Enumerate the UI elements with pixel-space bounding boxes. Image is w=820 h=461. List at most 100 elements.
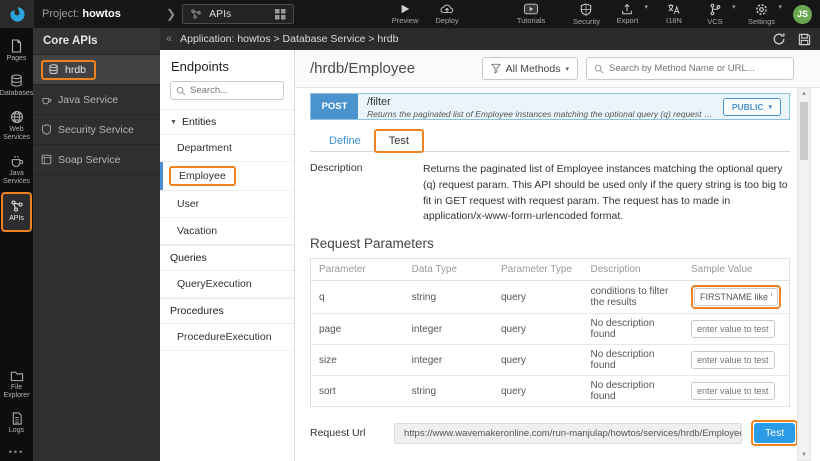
settings-label: Settings [748,17,775,26]
save-icon[interactable] [798,33,811,46]
sidebar-item-security-service[interactable]: Security Service [33,115,160,145]
settings-button[interactable]: Settings [746,3,776,26]
main-panel: /hrdb/Employee All Methods ▾ POST /filte… [295,50,820,461]
sample-value-input[interactable] [691,320,775,338]
export-button[interactable]: Export [612,3,642,25]
grid-icon[interactable] [275,9,286,20]
sidebar-item-label: Soap Service [58,154,120,166]
coffee-icon [10,154,24,168]
preview-button[interactable]: Preview [390,3,420,25]
branch-icon [709,3,721,16]
project-name: howtos [82,8,121,20]
endpoint-label: QueryExecution [177,278,252,290]
gear-icon [755,3,768,16]
deploy-button[interactable]: Deploy [432,3,462,25]
vcs-button[interactable]: VCS [700,3,730,26]
sidebar-item-label: Security Service [58,124,134,136]
visibility-dropdown[interactable]: PUBLIC ▾ [723,98,781,116]
chevron-right-icon: ❯ [166,7,176,21]
sidebar-item-web-services[interactable]: Web Services [0,105,33,149]
pages-icon [10,39,23,53]
shield-icon [41,124,52,135]
rail-label: Databases [0,90,33,98]
i18n-button[interactable]: I18N [659,3,689,25]
endpoint-item-queryexecution[interactable]: QueryExecution [160,271,294,298]
endpoint-label: Employee [169,166,236,186]
application-bar: « Application: howtos > Database Service… [160,28,820,50]
chevron-down-icon[interactable]: ▾ [644,3,648,11]
column-header: Parameter [311,259,404,281]
rail-label: APIs [9,215,24,223]
method-search[interactable] [586,57,794,80]
endpoint-row[interactable]: POST /filter Returns the paginated list … [310,93,790,120]
chevron-down-icon[interactable]: ▾ [778,3,782,11]
request-url-row: Request Url https://www.wavemakeronline.… [310,420,806,446]
scrollbar-thumb[interactable] [800,102,808,160]
define-test-tabs: Define Test [310,127,790,152]
method-search-input[interactable] [609,63,786,74]
sidebar-item-file-explorer[interactable]: File Explorer [0,365,33,407]
request-url-value: https://www.wavemakeronline.com/run-manj… [394,423,742,444]
tab-test[interactable]: Test [374,129,424,153]
sidebar-item-label: Java Service [58,94,118,106]
main-scrollbar[interactable]: ▲ ▼ [797,88,811,461]
endpoint-path: /filter [367,96,714,109]
tutorials-button[interactable]: Tutorials [516,3,546,25]
database-icon [48,64,59,75]
endpoint-item-procedureexecution[interactable]: ProcedureExecution [160,324,294,351]
endpoints-group-entities[interactable]: ▼ Entities [160,109,294,135]
request-url-label: Request Url [310,427,394,439]
endpoint-item-department[interactable]: Department [160,135,294,162]
sidebar-item-logs[interactable]: Logs [0,407,33,441]
security-button[interactable]: Security [571,3,601,26]
sidebar-item-label: hrdb [65,64,86,76]
tab-define[interactable]: Define [316,131,374,151]
param-description: conditions to filter the results [582,281,682,314]
apis-workspace-tab[interactable]: APIs [182,4,294,24]
video-icon [524,3,538,15]
endpoints-group-procedures[interactable]: Procedures [160,298,294,324]
api-node-icon [190,8,202,20]
sample-value-input[interactable] [694,288,778,306]
table-header-row: Parameter Data Type Parameter Type Descr… [311,259,790,281]
hrdb-highlight: hrdb [41,60,96,80]
endpoints-search-input[interactable] [190,85,278,96]
sidebar-item-soap-service[interactable]: Soap Service [33,145,160,175]
endpoint-label: ProcedureExecution [177,331,272,343]
sidebar-item-hrdb[interactable]: hrdb [33,55,160,85]
param-type: query [493,376,582,407]
endpoint-item-user[interactable]: User [160,191,294,218]
sidebar-item-apis[interactable]: APIs [1,192,32,231]
refresh-icon[interactable] [772,32,786,46]
avatar[interactable]: JS [793,5,812,24]
sidebar-item-databases[interactable]: Databases [0,69,33,104]
search-icon [176,86,186,96]
sidebar-item-pages[interactable]: Pages [0,34,33,69]
param-sample-cell [683,345,790,376]
sidebar-item-java-services[interactable]: Java Services [0,149,33,193]
param-data-type: integer [404,314,493,345]
endpoint-summary: Returns the paginated list of Employee i… [367,109,714,119]
endpoint-item-employee[interactable]: Employee [160,162,294,191]
param-description: No description found [582,345,682,376]
chevron-down-icon[interactable]: ▾ [732,3,736,11]
endpoint-item-vacation[interactable]: Vacation [160,218,294,245]
methods-filter-dropdown[interactable]: All Methods ▾ [482,57,578,80]
endpoints-search[interactable] [170,81,284,100]
breadcrumb: Application: howtos > Database Service >… [180,33,398,45]
wavemaker-logo[interactable] [0,0,34,28]
sidebar-item-java-service[interactable]: Java Service [33,85,160,115]
sample-value-input[interactable] [691,382,775,400]
collapse-icon[interactable]: « [166,33,172,45]
more-icon[interactable]: ••• [9,441,24,461]
scroll-up-icon[interactable]: ▲ [798,91,810,97]
table-row: qstringqueryconditions to filter the res… [311,281,790,314]
endpoints-group-queries[interactable]: Queries [160,245,294,271]
left-rail: Pages Databases Web Services Java Servic… [0,28,33,461]
sample-value-input[interactable] [691,351,775,369]
test-button[interactable]: Test [754,423,795,443]
endpoint-label: User [177,198,199,210]
apis-icon [10,199,24,213]
param-type: query [493,314,582,345]
scroll-down-icon[interactable]: ▼ [798,452,810,458]
